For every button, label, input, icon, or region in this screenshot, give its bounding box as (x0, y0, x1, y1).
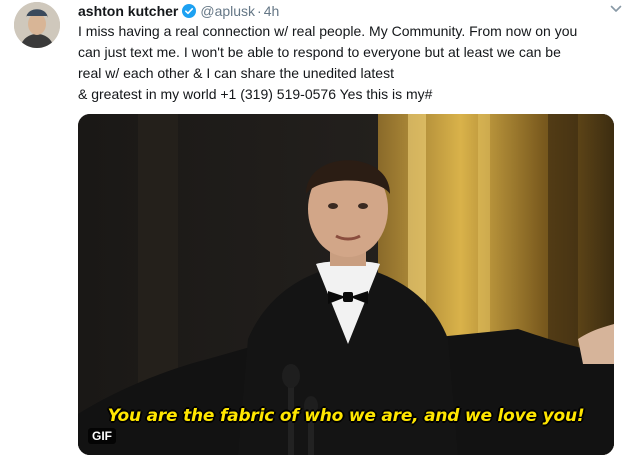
gif-media[interactable]: You are the fabric of who we are, and we… (78, 114, 614, 455)
tweet-timestamp[interactable]: 4h (264, 3, 280, 19)
avatar-image (14, 2, 60, 48)
gif-badge: GIF (88, 428, 116, 444)
author-name[interactable]: ashton kutcher (78, 3, 178, 19)
tweet-text-line: & greatest in my world +1 (319) 519-0576… (78, 86, 433, 102)
verified-badge-icon (182, 4, 197, 18)
tweet-text-line: I miss having a real connection w/ real … (78, 23, 578, 39)
tweet-header: ashton kutcher @aplusk · 4h (78, 2, 279, 20)
separator-dot: · (257, 3, 262, 19)
avatar[interactable] (14, 2, 60, 48)
tweet-text-line: can just text me. I won't be able to res… (78, 44, 561, 60)
tweet-text: I miss having a real connection w/ real … (78, 21, 628, 105)
tweet: ashton kutcher @aplusk · 4h I miss havin… (0, 0, 640, 467)
tweet-text-line: real w/ each other & I can share the une… (78, 65, 394, 81)
author-handle[interactable]: @aplusk (200, 3, 255, 19)
gif-caption: You are the fabric of who we are, and we… (107, 406, 585, 426)
chevron-down-icon[interactable] (609, 2, 623, 16)
gif-frame-image (78, 114, 614, 455)
